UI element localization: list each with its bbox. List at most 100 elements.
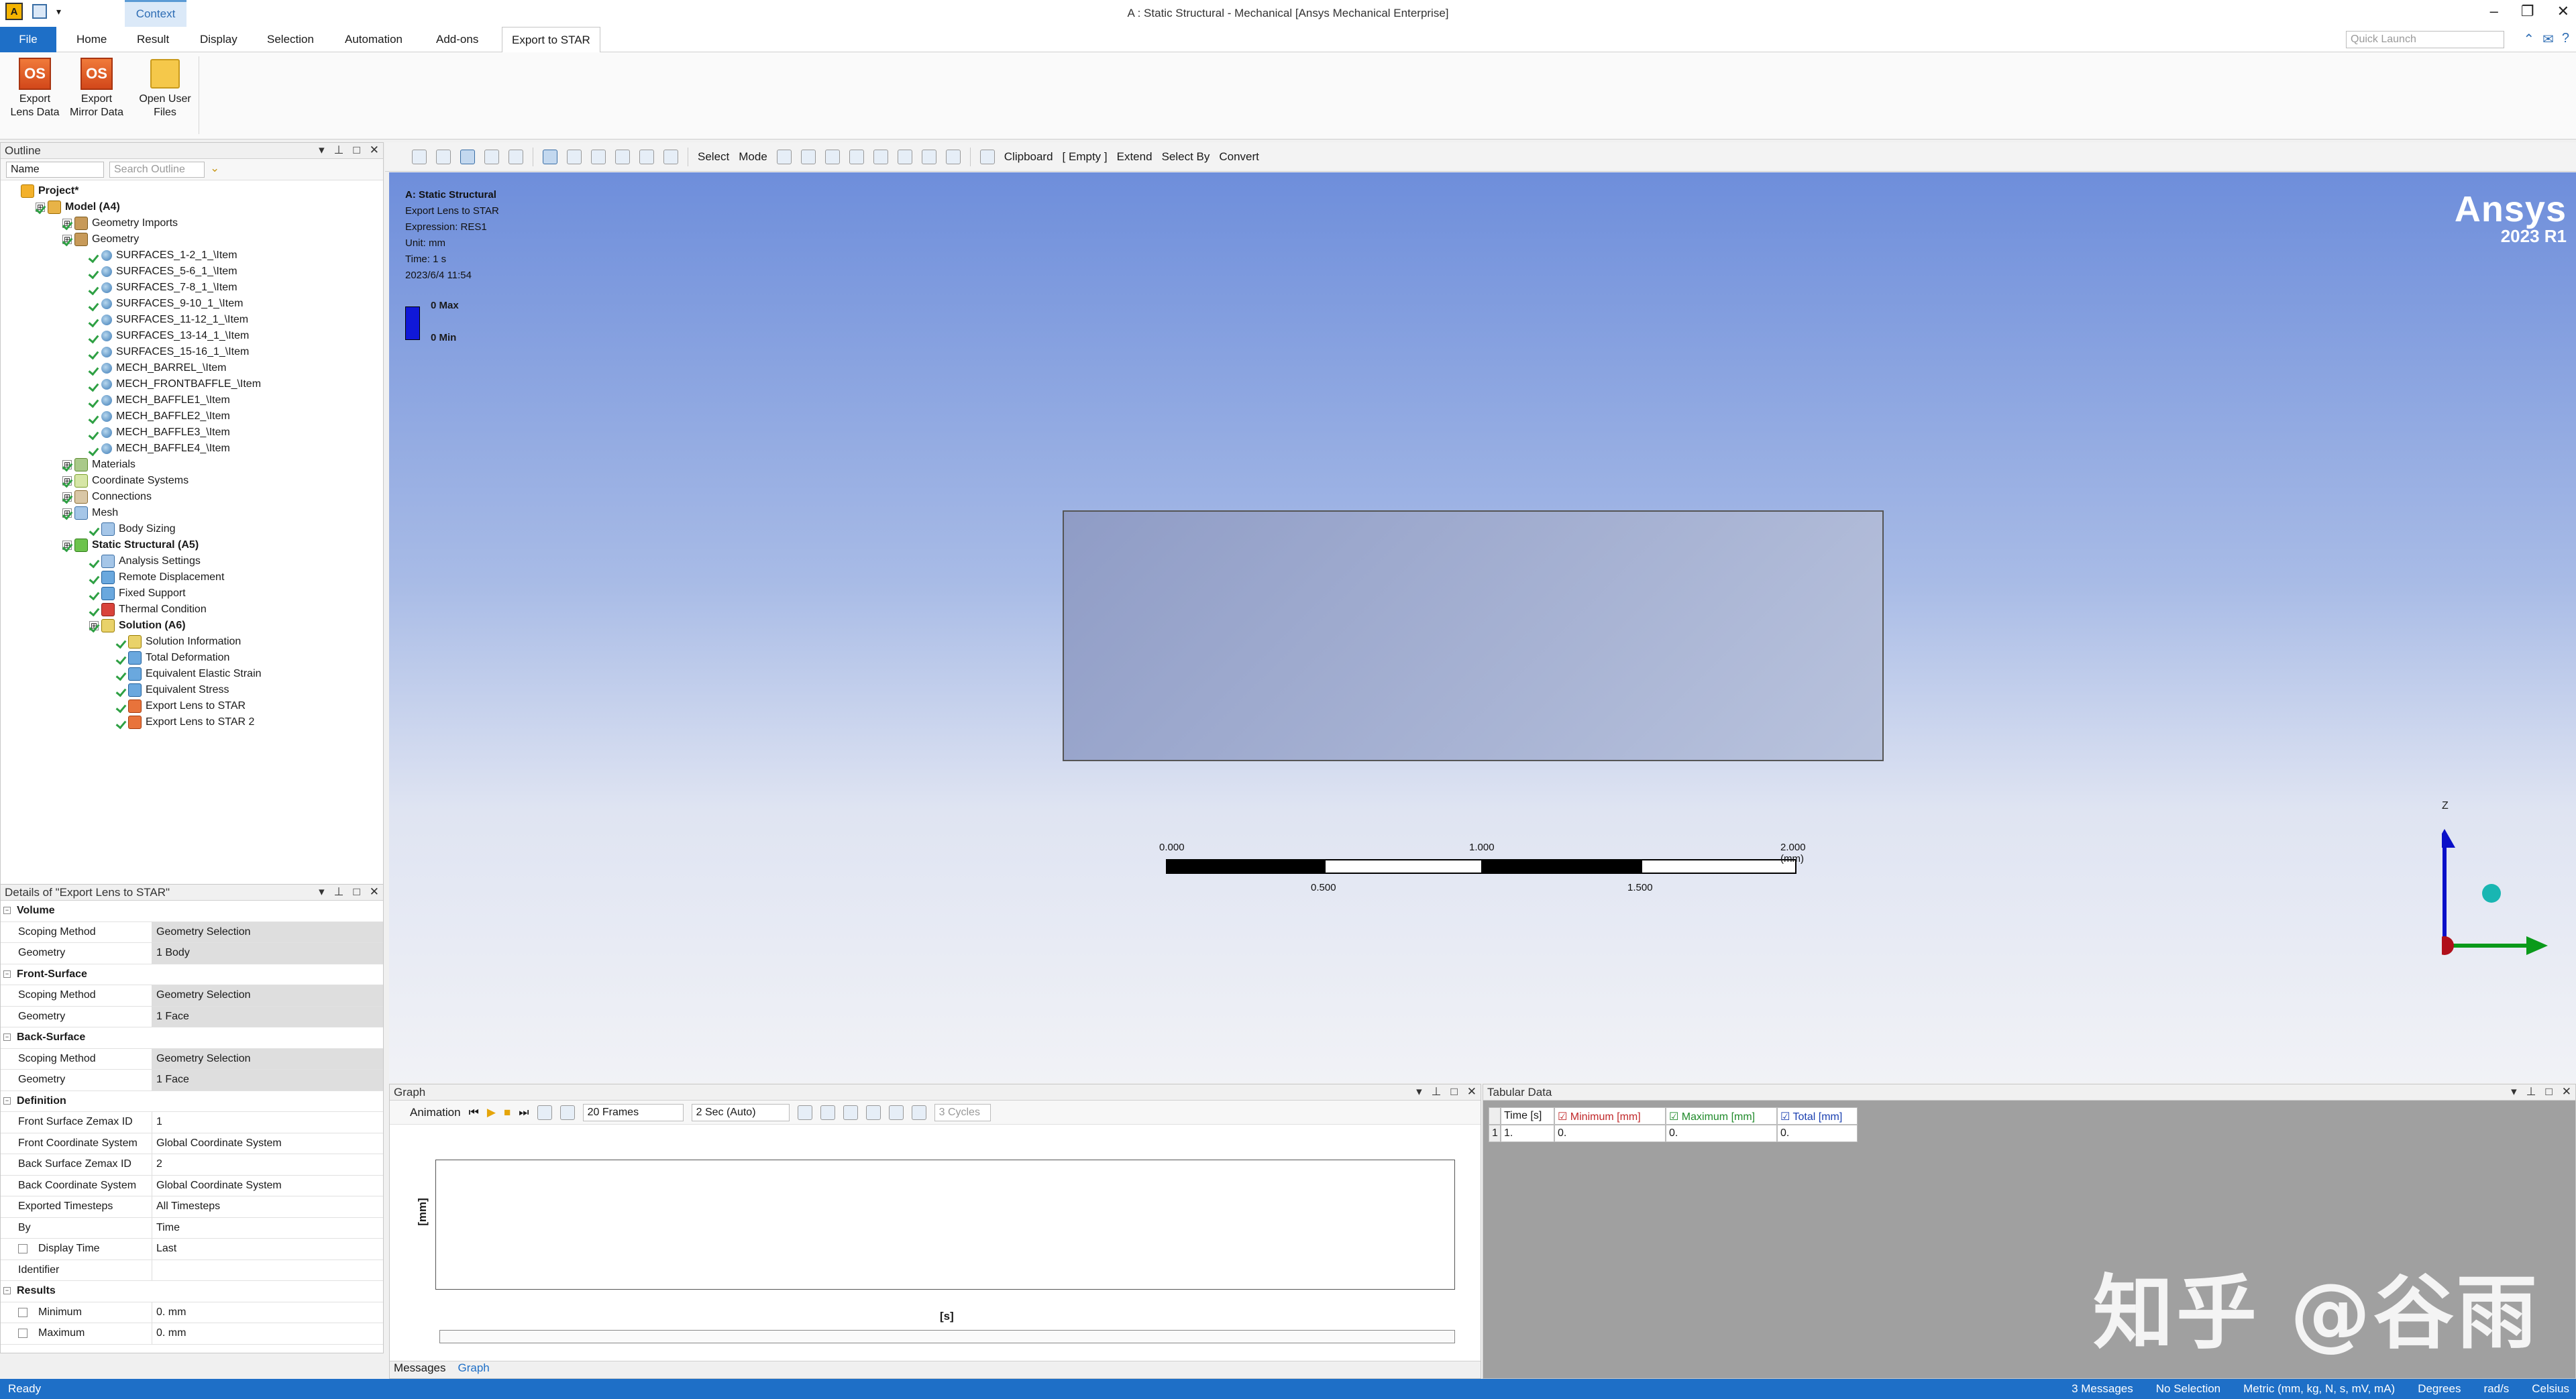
tree-item-surface[interactable]: SURFACES_5-6_1_\Item	[89, 264, 237, 280]
tree-item-equivalent-elastic-strain[interactable]: Equivalent Elastic Strain	[116, 666, 262, 682]
collapse-ribbon-icon[interactable]: ⌃	[2523, 31, 2534, 48]
body-select-icon[interactable]	[849, 149, 864, 164]
details-row[interactable]: Scoping Method Geometry Selection	[1, 985, 383, 1007]
maximize-icon[interactable]: □	[1450, 1085, 1457, 1099]
maximize-icon[interactable]: □	[353, 885, 360, 899]
details-row[interactable]: Scoping Method Geometry Selection	[1, 921, 383, 943]
pin-icon[interactable]: ⊥	[334, 885, 344, 899]
details-section[interactable]: − Front-Surface	[1, 964, 383, 985]
select-button[interactable]: Select	[698, 150, 729, 164]
tab-home[interactable]: Home	[67, 27, 116, 52]
details-row[interactable]: Maximum 0. mm	[1, 1323, 383, 1345]
maximize-icon[interactable]: □	[353, 144, 360, 157]
close-icon[interactable]: ✕	[370, 885, 379, 899]
details-row[interactable]: Geometry 1 Face	[1, 1070, 383, 1091]
zoom-icon[interactable]	[591, 149, 606, 164]
magnifier-icon[interactable]	[663, 149, 678, 164]
zoom-in-icon[interactable]	[412, 149, 427, 164]
box-zoom-icon[interactable]	[615, 149, 630, 164]
tree-item-export-lens-to-star[interactable]: Export Lens to STAR	[116, 698, 246, 714]
tab-display[interactable]: Display	[191, 27, 247, 52]
face-select-icon[interactable]	[824, 149, 840, 164]
tree-item-equivalent-stress[interactable]: Equivalent Stress	[116, 682, 229, 698]
dropdown-icon[interactable]: ▾	[2511, 1085, 2517, 1099]
details-row[interactable]: Geometry 1 Body	[1, 943, 383, 964]
collapse-icon[interactable]: −	[3, 907, 11, 914]
details-section[interactable]: − Volume	[1, 901, 383, 922]
details-value[interactable]: 1 Face	[152, 1070, 383, 1090]
details-value[interactable]: Last	[152, 1239, 383, 1260]
details-row[interactable]: Back Surface Zemax ID 2	[1, 1154, 383, 1176]
graph-scrollbar[interactable]	[439, 1330, 1455, 1343]
label-icon[interactable]	[945, 149, 961, 164]
tree-item-part[interactable]: MECH_FRONTBAFFLE_\Item	[89, 376, 261, 392]
parameter-checkbox[interactable]	[18, 1329, 28, 1338]
pin-icon[interactable]: ⊥	[1432, 1085, 1442, 1099]
details-row[interactable]: Scoping Method Geometry Selection	[1, 1048, 383, 1070]
details-row[interactable]: Minimum 0. mm	[1, 1302, 383, 1323]
graphics-viewport[interactable]: A: Static Structural Export Lens to STAR…	[389, 172, 2576, 1083]
tab-messages[interactable]: Messages	[394, 1361, 445, 1378]
filter-dropdown-icon[interactable]: ⌄	[210, 162, 219, 177]
dropdown-icon[interactable]: ▾	[319, 885, 325, 899]
details-value[interactable]: Global Coordinate System	[152, 1176, 383, 1196]
tree-item-thermal-condition[interactable]: Thermal Condition	[89, 602, 207, 618]
open-user-files-button[interactable]: Open User Files	[133, 58, 197, 119]
element-select-icon[interactable]	[897, 149, 912, 164]
temperature-units-status[interactable]: Celsius	[2532, 1382, 2569, 1396]
tree-item-fixed-support[interactable]: Fixed Support	[89, 585, 186, 602]
notification-icon[interactable]: ✉	[2542, 31, 2554, 48]
pan-icon[interactable]	[567, 149, 582, 164]
graph-plot-area[interactable]	[435, 1160, 1455, 1290]
help-icon[interactable]: ?	[2562, 31, 2569, 48]
details-value[interactable]: 1	[152, 1112, 383, 1133]
tree-item-part[interactable]: MECH_BAFFLE1_\Item	[89, 392, 230, 408]
tree-item-solution-information[interactable]: Solution Information	[116, 634, 241, 650]
dropdown-icon[interactable]: ▾	[319, 144, 325, 157]
edge-select-icon[interactable]	[800, 149, 816, 164]
extend-button[interactable]: Extend	[1117, 150, 1152, 164]
tab-automation[interactable]: Automation	[335, 27, 412, 52]
tree-item-part[interactable]: MECH_BAFFLE4_\Item	[89, 441, 230, 457]
tree-item-materials[interactable]: ⊞Materials	[62, 457, 136, 473]
tab-result[interactable]: Result	[127, 27, 178, 52]
details-value[interactable]: Geometry Selection	[152, 921, 383, 942]
details-row[interactable]: Exported Timesteps All Timesteps	[1, 1196, 383, 1218]
tree-item-geometry-imports[interactable]: ⊞Geometry Imports	[62, 215, 178, 231]
outline-search-input[interactable]: Search Outline	[109, 162, 205, 178]
table-row[interactable]: 1 1. 0. 0. 0.	[1489, 1125, 1858, 1142]
tree-item-total-deformation[interactable]: Total Deformation	[116, 650, 229, 666]
node-select-icon[interactable]	[873, 149, 888, 164]
details-value[interactable]: All Timesteps	[152, 1196, 383, 1217]
tree-item-solution[interactable]: ⊞Solution (A6)	[89, 618, 186, 634]
details-row[interactable]: Geometry 1 Face	[1, 1006, 383, 1027]
tab-selection[interactable]: Selection	[258, 27, 323, 52]
outline-name-filter[interactable]: Name	[6, 162, 104, 178]
details-section[interactable]: − Back-Surface	[1, 1027, 383, 1049]
stop-icon[interactable]: ■	[504, 1106, 511, 1119]
duration-select[interactable]: 2 Sec (Auto)	[691, 1103, 790, 1121]
collapse-icon[interactable]: −	[3, 970, 11, 978]
details-row[interactable]: Front Surface Zemax ID 1	[1, 1112, 383, 1133]
details-value[interactable]: Geometry Selection	[152, 985, 383, 1006]
close-icon[interactable]: ✕	[2562, 1085, 2571, 1099]
mode-button[interactable]: Mode	[739, 150, 767, 164]
tree-item-surface[interactable]: SURFACES_11-12_1_\Item	[89, 312, 248, 328]
tree-item-analysis-settings[interactable]: Analysis Settings	[89, 553, 201, 569]
tree-item-model[interactable]: ⊞Model (A4)	[36, 199, 120, 215]
tree-item-surface[interactable]: SURFACES_1-2_1_\Item	[89, 247, 237, 264]
collapse-icon[interactable]: −	[3, 1287, 11, 1294]
collapse-icon[interactable]: −	[3, 1097, 11, 1105]
details-value[interactable]: 1 Body	[152, 943, 383, 964]
details-row[interactable]: Front Coordinate System Global Coordinate…	[1, 1133, 383, 1154]
tree-item-surface[interactable]: SURFACES_9-10_1_\Item	[89, 296, 243, 312]
export-video-icon[interactable]	[797, 1105, 812, 1120]
restore-icon[interactable]: ❐	[2521, 3, 2534, 20]
convert-button[interactable]: Convert	[1219, 150, 1259, 164]
tree-item-geometry[interactable]: ⊞Geometry	[62, 231, 139, 247]
zoom-to-fit-icon[interactable]	[639, 149, 654, 164]
details-row[interactable]: Display Time Last	[1, 1239, 383, 1260]
details-value[interactable]: Geometry Selection	[152, 1048, 383, 1069]
column-header[interactable]: Time [s]	[1501, 1107, 1554, 1125]
wireframe-icon[interactable]	[508, 149, 523, 164]
